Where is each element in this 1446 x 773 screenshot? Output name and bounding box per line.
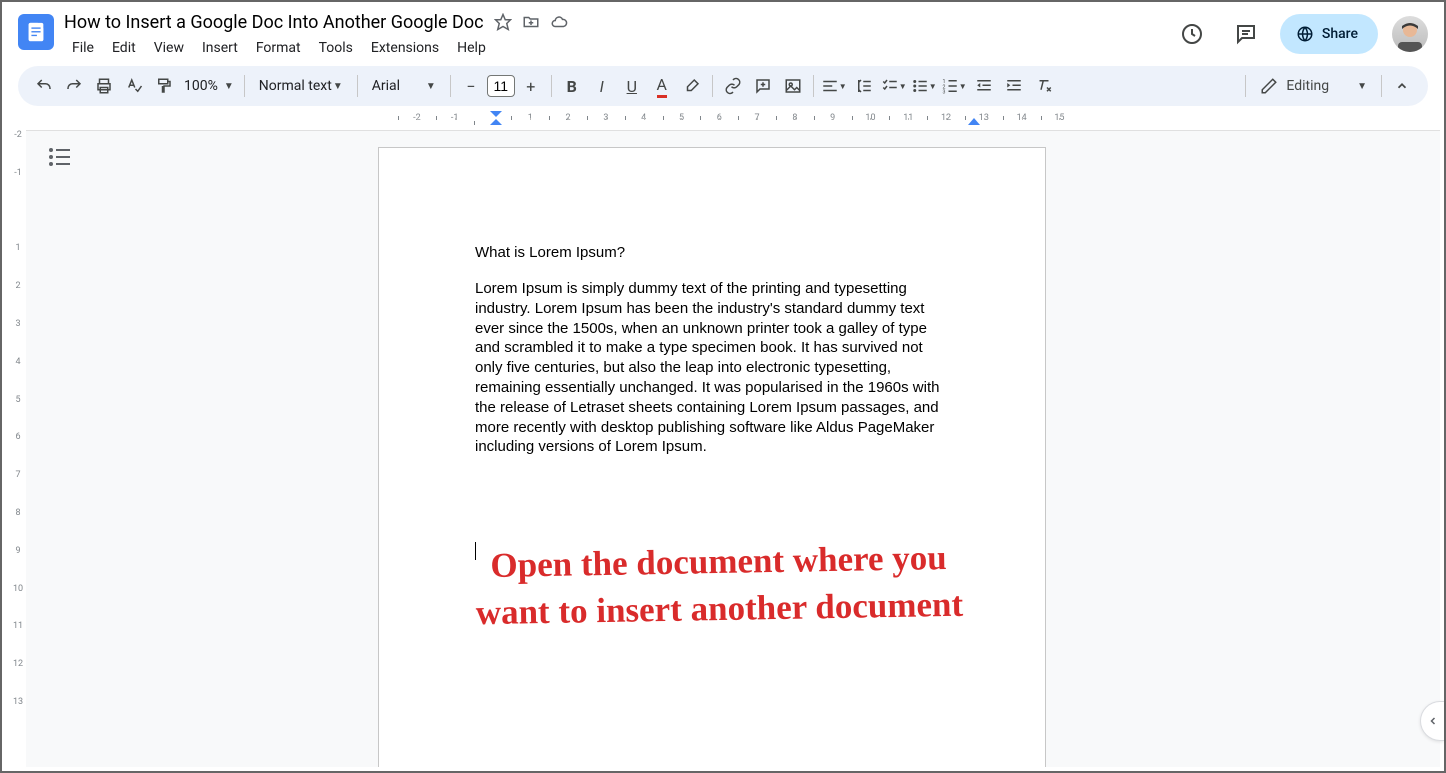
share-button[interactable]: Share bbox=[1280, 14, 1378, 54]
chevron-down-icon: ▼ bbox=[426, 81, 436, 92]
print-button[interactable] bbox=[90, 72, 118, 100]
decrease-indent-button[interactable] bbox=[970, 72, 998, 100]
undo-button[interactable] bbox=[30, 72, 58, 100]
left-indent-marker[interactable] bbox=[490, 111, 502, 125]
paint-format-button[interactable] bbox=[150, 72, 178, 100]
chevron-down-icon: ▼ bbox=[333, 81, 343, 92]
paragraph-style-select[interactable]: Normal text▼ bbox=[251, 78, 351, 94]
document-title[interactable]: How to Insert a Google Doc Into Another … bbox=[64, 12, 484, 33]
pencil-icon bbox=[1260, 77, 1278, 95]
svg-text:3: 3 bbox=[942, 90, 945, 96]
share-label: Share bbox=[1322, 26, 1358, 42]
title-area: How to Insert a Google Doc Into Another … bbox=[64, 10, 1172, 60]
toolbar: 100%▼ Normal text▼ Arial▼ − + B I U A ▼ … bbox=[18, 66, 1428, 106]
line-spacing-button[interactable] bbox=[850, 72, 878, 100]
document-canvas: What is Lorem Ipsum? Lorem Ipsum is simp… bbox=[26, 130, 1440, 767]
menu-edit[interactable]: Edit bbox=[104, 36, 144, 60]
move-icon[interactable] bbox=[522, 13, 540, 31]
outline-toggle-button[interactable] bbox=[48, 147, 78, 171]
document-paragraph[interactable]: Lorem Ipsum is simply dummy text of the … bbox=[475, 279, 949, 457]
avatar[interactable] bbox=[1392, 16, 1428, 52]
insert-link-button[interactable] bbox=[719, 72, 747, 100]
annotation-text: Open the document where you want to inse… bbox=[468, 534, 970, 637]
bold-button[interactable]: B bbox=[558, 72, 586, 100]
right-indent-marker[interactable] bbox=[968, 118, 980, 125]
menu-insert[interactable]: Insert bbox=[194, 36, 246, 60]
increase-indent-button[interactable] bbox=[1000, 72, 1028, 100]
numbered-list-button[interactable]: 123▼ bbox=[940, 72, 968, 100]
comments-icon[interactable] bbox=[1226, 14, 1266, 54]
menu-file[interactable]: File bbox=[64, 36, 102, 60]
highlight-button[interactable] bbox=[678, 72, 706, 100]
menu-view[interactable]: View bbox=[146, 36, 192, 60]
add-comment-button[interactable] bbox=[749, 72, 777, 100]
checklist-button[interactable]: ▼ bbox=[880, 72, 908, 100]
spellcheck-button[interactable] bbox=[120, 72, 148, 100]
page[interactable]: What is Lorem Ipsum? Lorem Ipsum is simp… bbox=[378, 147, 1046, 767]
star-icon[interactable] bbox=[494, 13, 512, 31]
docs-logo-icon[interactable] bbox=[18, 14, 54, 50]
history-icon[interactable] bbox=[1172, 14, 1212, 54]
italic-button[interactable]: I bbox=[588, 72, 616, 100]
font-select[interactable]: Arial▼ bbox=[364, 78, 444, 94]
align-button[interactable]: ▼ bbox=[820, 72, 848, 100]
vertical-ruler[interactable]: -2-112345678910111213 bbox=[10, 130, 26, 767]
zoom-select[interactable]: 100%▼ bbox=[180, 78, 238, 94]
insert-image-button[interactable] bbox=[779, 72, 807, 100]
cloud-status-icon[interactable] bbox=[550, 13, 568, 31]
editing-mode-button[interactable]: Editing ▼ bbox=[1252, 77, 1375, 95]
collapse-toolbar-button[interactable] bbox=[1388, 72, 1416, 100]
menu-extensions[interactable]: Extensions bbox=[363, 36, 447, 60]
menu-help[interactable]: Help bbox=[449, 36, 494, 60]
menu-bar: File Edit View Insert Format Tools Exten… bbox=[64, 36, 1172, 60]
header: How to Insert a Google Doc Into Another … bbox=[2, 2, 1444, 66]
font-size-input[interactable] bbox=[487, 75, 515, 97]
decrease-font-button[interactable]: − bbox=[457, 72, 485, 100]
horizontal-ruler[interactable]: -2-1123456789101112131415 bbox=[38, 110, 1428, 126]
chevron-down-icon: ▼ bbox=[1357, 81, 1367, 92]
menu-tools[interactable]: Tools bbox=[311, 36, 361, 60]
bulleted-list-button[interactable]: ▼ bbox=[910, 72, 938, 100]
increase-font-button[interactable]: + bbox=[517, 72, 545, 100]
globe-icon bbox=[1296, 25, 1314, 43]
text-color-button[interactable]: A bbox=[648, 72, 676, 100]
chevron-down-icon: ▼ bbox=[224, 81, 234, 92]
menu-format[interactable]: Format bbox=[248, 36, 309, 60]
document-heading[interactable]: What is Lorem Ipsum? bbox=[475, 244, 949, 261]
redo-button[interactable] bbox=[60, 72, 88, 100]
underline-button[interactable]: U bbox=[618, 72, 646, 100]
clear-formatting-button[interactable] bbox=[1030, 72, 1058, 100]
